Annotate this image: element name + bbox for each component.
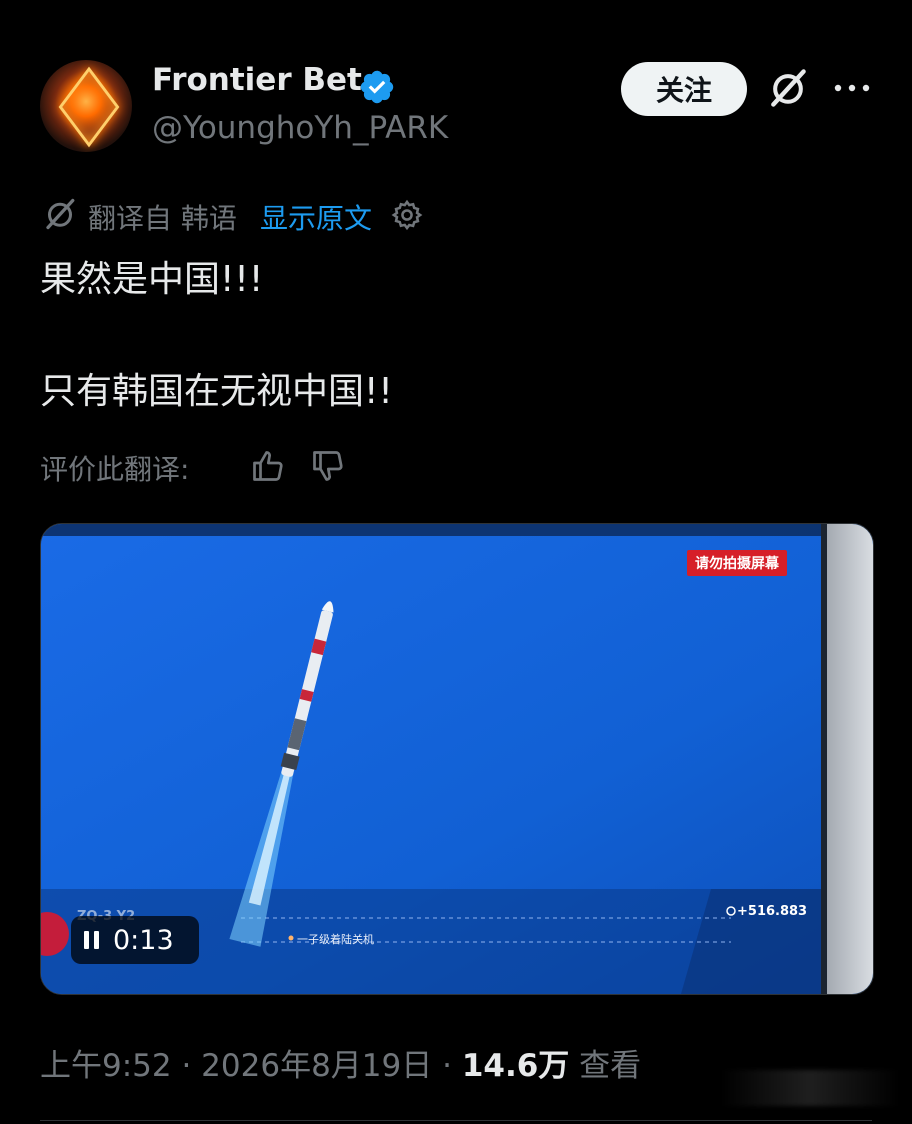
- divider: [40, 1120, 872, 1121]
- event-label: 一子级着陆关机: [297, 933, 374, 946]
- more-options-icon[interactable]: [832, 76, 872, 100]
- views-label: 查看: [569, 1048, 642, 1084]
- grok-translate-icon: [46, 198, 75, 230]
- no-recording-badge: 请勿拍摄屏幕: [687, 550, 787, 576]
- telemetry-value: +516.883: [737, 904, 808, 919]
- video-controls[interactable]: 0:13: [71, 916, 199, 964]
- gear-icon[interactable]: [390, 198, 424, 232]
- user-handle[interactable]: @YounghoYh_PARK: [152, 110, 448, 146]
- avatar[interactable]: [40, 60, 132, 152]
- pause-icon[interactable]: [83, 930, 101, 950]
- rate-translation-label: 评价此翻译:: [40, 453, 190, 486]
- video-player[interactable]: 请勿拍摄屏幕 ZQ-3 Y2 +516.883 一子级着陆关机 0:13: [40, 523, 874, 995]
- post-text-line-1: 果然是中国!!!: [40, 259, 264, 300]
- display-name[interactable]: Frontier Bet: [152, 62, 362, 98]
- thumbs-up-icon[interactable]: [250, 448, 286, 484]
- watermark: [720, 1070, 900, 1106]
- views-count[interactable]: 14.6万: [462, 1048, 570, 1084]
- time-date-text: 上午9:52 · 2026年8月19日 ·: [40, 1048, 462, 1084]
- video-time-label: 0:13: [113, 924, 174, 956]
- show-original-link[interactable]: 显示原文: [260, 197, 372, 237]
- translated-from-label: 翻译自 韩语: [88, 202, 237, 235]
- post-text-line-2: 只有韩国在无视中国!!: [40, 371, 393, 412]
- verified-badge-icon: [360, 70, 394, 104]
- thumbs-down-icon[interactable]: [310, 448, 346, 484]
- follow-button[interactable]: 关注: [621, 62, 747, 116]
- grok-icon[interactable]: [766, 66, 810, 110]
- post-timestamp[interactable]: 上午9:52 · 2026年8月19日 · 14.6万 查看: [40, 1040, 641, 1085]
